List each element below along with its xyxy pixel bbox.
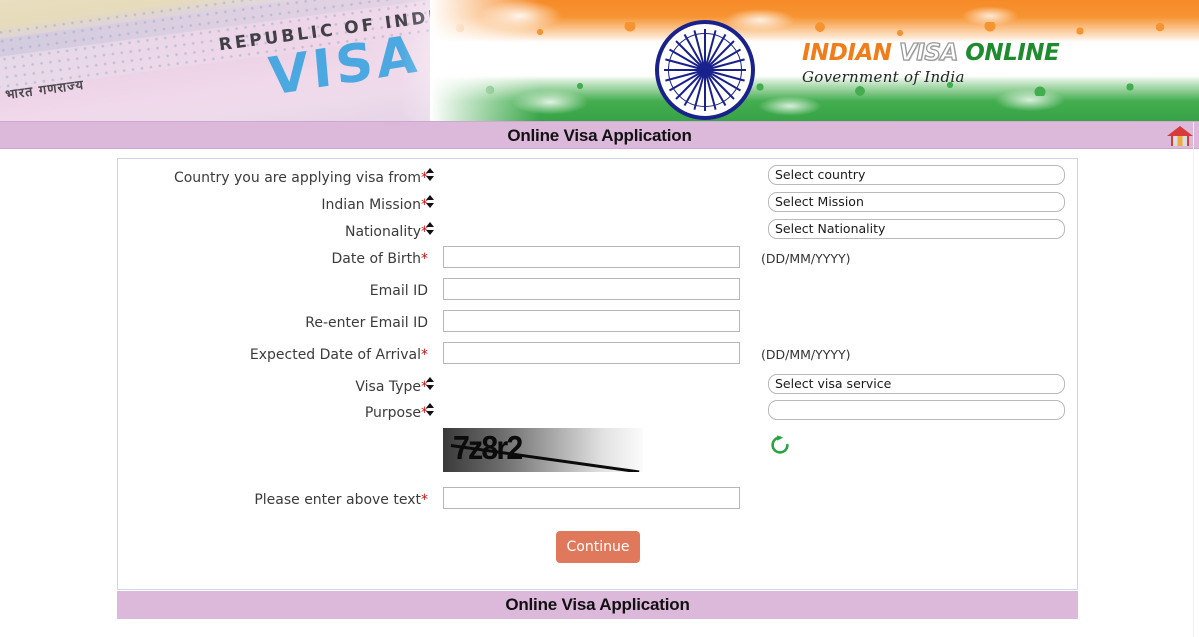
online-visa-application-page: REPUBLIC OF INDIA भारत गणराज्य VISA INDI…	[0, 0, 1199, 637]
input-expected-date-of-arrival[interactable]	[443, 342, 740, 364]
ashoka-chakra-icon	[655, 20, 755, 120]
label-purpose: Purpose*	[364, 405, 428, 421]
required-marker: *	[421, 379, 428, 395]
captcha-image: 7z8r2	[443, 428, 643, 472]
page-title: Online Visa Application	[507, 126, 692, 145]
form-row-captcha-entry: Please enter above text*	[118, 487, 1079, 513]
page-title-bar: Online Visa Application	[0, 121, 1199, 149]
select-indian-mission[interactable]: Select Mission	[768, 192, 1065, 212]
input-captcha-entry[interactable]	[443, 487, 740, 509]
select-country-applying-from[interactable]: Select country	[768, 165, 1065, 185]
continue-button[interactable]: Continue	[556, 531, 640, 563]
header-banner: REPUBLIC OF INDIA भारत गणराज्य VISA INDI…	[0, 0, 1199, 122]
required-marker: *	[421, 347, 428, 363]
form-row-purpose: Purpose*	[118, 400, 1079, 426]
logo-word-visa: VISA	[898, 40, 959, 66]
form-row-country: Country you are applying visa from* Sele…	[118, 165, 1079, 191]
form-row-expected-date-of-arrival: Expected Date of Arrival* (DD/MM/YYYY)	[118, 342, 1079, 368]
label-email-id: Email ID	[369, 283, 428, 299]
footer-title: Online Visa Application	[505, 595, 690, 614]
label-indian-mission: Indian Mission*	[321, 197, 428, 213]
select-purpose[interactable]	[768, 400, 1065, 420]
form-row-nationality: Nationality* Select Nationality	[118, 219, 1079, 245]
tricolor-left-fade	[430, 0, 540, 122]
label-country-applying-from: Country you are applying visa from*	[173, 170, 428, 186]
refresh-captcha-icon[interactable]	[769, 434, 791, 456]
label-visa-type: Visa Type*	[355, 379, 428, 395]
logo-word-indian: INDIAN	[802, 40, 892, 66]
footer-title-bar: Online Visa Application	[117, 591, 1078, 619]
form-row-date-of-birth: Date of Birth* (DD/MM/YYYY)	[118, 246, 1079, 272]
input-email-id[interactable]	[443, 278, 740, 300]
label-reenter-email-id: Re-enter Email ID	[305, 315, 428, 331]
saffron-splash	[430, 0, 1199, 42]
required-marker: *	[421, 170, 428, 186]
input-date-of-birth[interactable]	[443, 246, 740, 268]
page-right-edge-line	[1193, 122, 1194, 637]
indian-visa-online-logo: INDIAN VISA ONLINE Government of India	[802, 40, 1060, 86]
logo-wordmark: INDIAN VISA ONLINE	[802, 40, 1060, 66]
logo-tagline: Government of India	[802, 68, 965, 86]
label-expected-date-of-arrival: Expected Date of Arrival*	[249, 347, 428, 363]
required-marker: *	[421, 251, 428, 267]
hint-date-of-birth-format: (DD/MM/YYYY)	[761, 251, 851, 266]
form-row-email-id: Email ID	[118, 278, 1079, 304]
form-row-visa-type: Visa Type* Select visa service	[118, 374, 1079, 400]
required-marker: *	[421, 197, 428, 213]
required-marker: *	[421, 405, 428, 421]
visa-application-form-panel: Country you are applying visa from* Sele…	[117, 158, 1078, 590]
logo-word-online: ONLINE	[965, 40, 1060, 66]
select-visa-type[interactable]: Select visa service	[768, 374, 1065, 394]
required-marker: *	[421, 492, 428, 508]
home-icon[interactable]	[1165, 124, 1195, 148]
hint-arrival-date-format: (DD/MM/YYYY)	[761, 347, 851, 362]
form-row-reenter-email-id: Re-enter Email ID	[118, 310, 1079, 336]
label-nationality: Nationality*	[344, 224, 428, 240]
input-reenter-email-id[interactable]	[443, 310, 740, 332]
label-date-of-birth: Date of Birth*	[331, 251, 428, 267]
required-marker: *	[421, 224, 428, 240]
select-nationality[interactable]: Select Nationality	[768, 219, 1065, 239]
label-captcha-entry: Please enter above text*	[254, 492, 428, 508]
form-row-indian-mission: Indian Mission* Select Mission	[118, 192, 1079, 218]
